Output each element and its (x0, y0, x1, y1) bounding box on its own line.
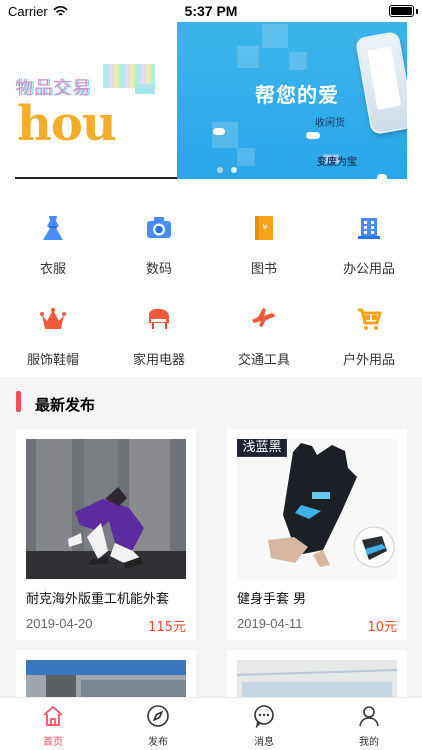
banner-promo: 帮您的爱 收闲货 变废为宝 (177, 22, 407, 179)
product-preview-image (237, 660, 397, 700)
tab-label: 发布 (148, 737, 168, 748)
airplane-icon (252, 308, 275, 327)
product-image (26, 439, 186, 579)
tab-label: 我的 (359, 737, 379, 748)
banner-square (262, 24, 288, 48)
compass-icon (147, 705, 169, 727)
piano-icon (149, 308, 169, 329)
banner-square (289, 52, 307, 70)
dress-icon (43, 216, 63, 240)
product-card[interactable]: 耐克海外版重工机能外套 2019-04-20 115元 (16, 429, 196, 640)
product-price: 115元 (148, 620, 186, 635)
banner-logo: 物品交易 hou (15, 36, 177, 179)
product-card-preview[interactable] (16, 650, 196, 700)
category-item-transport[interactable]: 交通工具 (211, 283, 317, 368)
clock: 5:37 PM (184, 3, 238, 19)
svg-text:¥: ¥ (262, 223, 267, 232)
office-building-icon (358, 218, 380, 239)
promo-subtitle: 收闲货 (315, 118, 345, 129)
category-item-office[interactable]: 办公用品 (316, 192, 422, 277)
product-preview-image (26, 660, 186, 700)
tab-home[interactable]: 首页 (0, 704, 106, 749)
phone-image (354, 30, 407, 136)
battery-fill (391, 7, 412, 15)
section-accent-bar (16, 391, 21, 412)
status-bar: Carrier 5:37 PM (0, 0, 422, 22)
home-icon (43, 706, 63, 726)
battery-icon (389, 5, 414, 17)
book-icon: ¥ (255, 216, 273, 240)
carousel-dot-active[interactable] (217, 167, 223, 173)
carousel-dot[interactable] (231, 167, 237, 173)
banner-carousel[interactable]: 物品交易 hou 帮您的爱 收闲货 变废为宝 (15, 22, 407, 179)
product-date: 2019-04-20 (26, 616, 93, 631)
jacket-photo (26, 439, 186, 579)
logo-noise (135, 84, 155, 94)
tab-label: 首页 (43, 737, 63, 748)
cloud-icon (213, 128, 225, 135)
section-title: 最新发布 (35, 396, 96, 414)
cloud-icon (377, 174, 387, 179)
message-icon (254, 705, 274, 728)
category-label: 办公用品 (342, 262, 395, 277)
banner-square (212, 122, 238, 148)
category-grid: 衣服 数码 ¥ 图书 办公用品 服饰鞋帽 家用电器 交通工具 户外用品 (0, 192, 422, 377)
tab-profile[interactable]: 我的 (316, 704, 422, 749)
category-item-books[interactable]: ¥ 图书 (211, 192, 317, 277)
logo-text-english: hou (17, 96, 117, 152)
category-label: 家用电器 (132, 353, 185, 368)
battery-tip (416, 9, 418, 14)
profile-icon (359, 706, 379, 727)
latest-section-header: 最新发布 (0, 377, 422, 428)
category-item-outdoor[interactable]: 户外用品 (316, 283, 422, 368)
category-item-apparel[interactable]: 服饰鞋帽 (0, 283, 106, 368)
glove-photo (237, 439, 397, 579)
cloud-icon (306, 132, 320, 139)
product-title: 健身手套 男 (237, 592, 307, 607)
color-badge: 浅蓝黑 (237, 439, 287, 457)
home-header: 物品交易 hou 帮您的爱 收闲货 变废为宝 衣服 数码 ¥ 图书 办公用品 服… (0, 22, 422, 377)
category-item-appliances[interactable]: 家用电器 (106, 283, 212, 368)
category-label: 数码 (145, 262, 172, 277)
promo-title: 帮您的爱 (255, 83, 339, 107)
category-label: 交通工具 (237, 353, 290, 368)
camera-icon (147, 217, 171, 238)
tab-messages[interactable]: 消息 (211, 704, 317, 749)
crown-icon (40, 308, 66, 329)
product-date: 2019-04-11 (237, 616, 303, 631)
cart-icon (358, 308, 382, 330)
bottom-tab-bar: 首页 发布 消息 我的 (0, 697, 422, 750)
product-price: 10元 (367, 620, 397, 635)
category-item-clothes[interactable]: 衣服 (0, 192, 106, 277)
banner-square (237, 46, 259, 68)
category-label: 服饰鞋帽 (26, 353, 79, 368)
banner-square (237, 148, 255, 166)
promo-footer: 变废为宝 (317, 157, 357, 168)
product-title: 耐克海外版重工机能外套 (26, 592, 170, 607)
product-card[interactable]: 浅蓝黑 健身手套 男 2019-04-11 10元 (227, 429, 407, 640)
product-image (237, 439, 397, 579)
tab-label: 消息 (254, 737, 274, 748)
product-card-preview[interactable] (227, 650, 407, 700)
category-label: 户外用品 (342, 353, 395, 368)
category-item-digital[interactable]: 数码 (106, 192, 212, 277)
category-label: 图书 (250, 262, 277, 277)
category-label: 衣服 (39, 262, 66, 277)
tab-publish[interactable]: 发布 (105, 704, 211, 749)
